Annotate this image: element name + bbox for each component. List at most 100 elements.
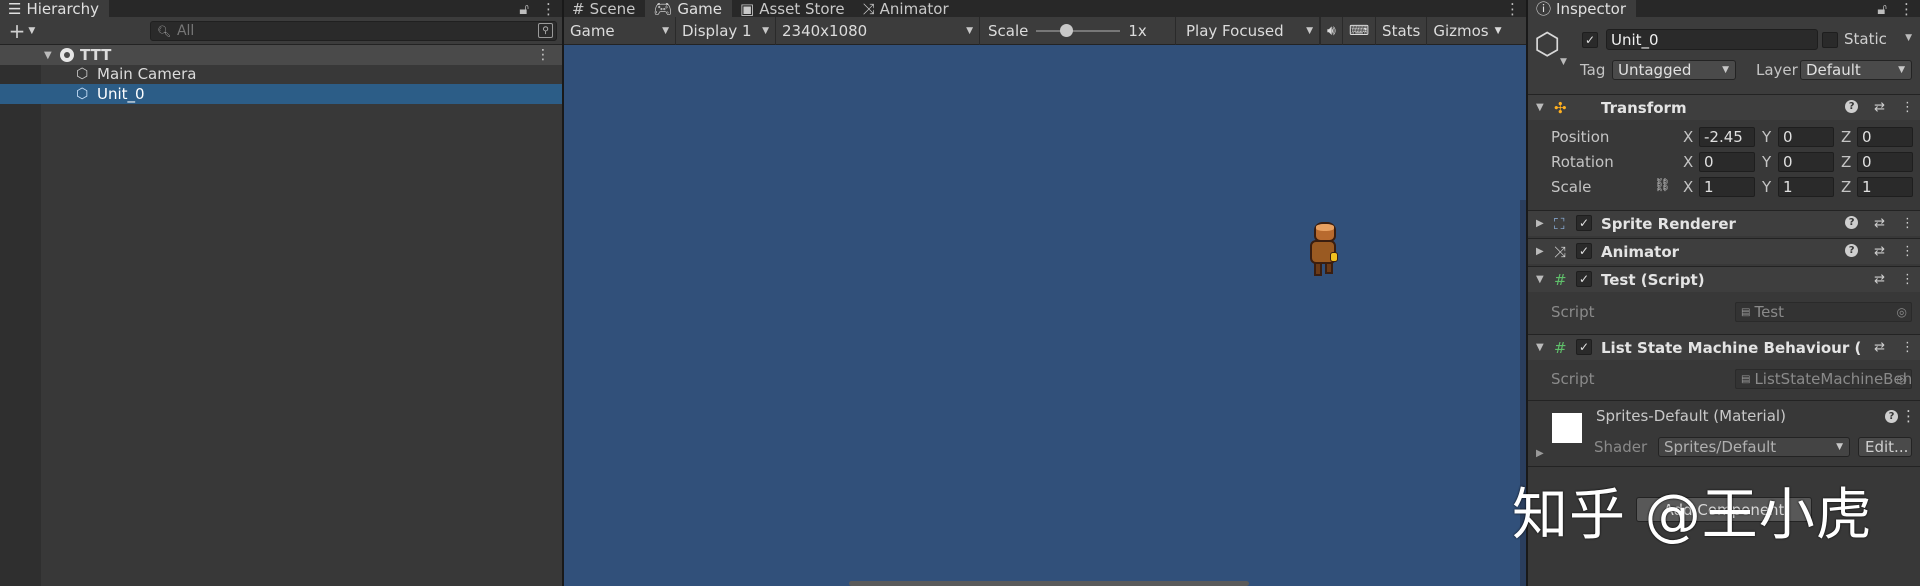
test-script-field[interactable]: ▤ Test ◎ [1735, 302, 1912, 322]
script-file-icon: ▤ [1741, 373, 1751, 385]
scale-slider[interactable] [1036, 23, 1121, 37]
lock-icon[interactable]: 🔓︎ [1877, 0, 1887, 18]
tab-asset-store[interactable]: ▣ Asset Store [732, 0, 855, 18]
scale-z-field[interactable]: 1 [1857, 177, 1913, 197]
animator-icon: ⤨ [1554, 242, 1567, 261]
rotation-x-field[interactable]: 0 [1699, 152, 1755, 172]
chevron-down-icon[interactable]: ▼ [1905, 33, 1912, 43]
hierarchy-toolbar: + ▼ 🔍︎ All ⚲ [0, 17, 562, 45]
help-icon[interactable]: ? [1885, 410, 1898, 423]
kebab-menu-icon[interactable]: ⋮ [1901, 216, 1914, 231]
tab-animator[interactable]: ⤨ Animator [854, 0, 959, 18]
lock-icon[interactable]: 🔓︎ [519, 0, 529, 18]
watermark: 知乎 @王小虎 [1512, 483, 1873, 548]
tab-hierarchy[interactable]: ☰ Hierarchy [0, 0, 109, 18]
test-script-enabled-checkbox[interactable]: ✓ [1576, 271, 1592, 287]
static-checkbox[interactable] [1822, 32, 1838, 48]
kebab-menu-icon[interactable]: ⋮ [1505, 0, 1520, 18]
tab-inspector[interactable]: ⓘ Inspector [1528, 0, 1636, 18]
shader-dropdown[interactable]: Sprites/Default ▼ [1658, 437, 1850, 457]
fold-arrow-icon[interactable]: ▶ [1536, 218, 1544, 229]
mute-audio-button[interactable]: 🔊︎ [1320, 16, 1342, 45]
character-sprite [1306, 222, 1342, 278]
transform-component-header[interactable]: ▼ ✣ Transform ? ⇄ ⋮ [1528, 94, 1920, 120]
preset-icon[interactable]: ⇄ [1874, 244, 1885, 259]
preset-icon[interactable]: ⇄ [1874, 272, 1885, 287]
kebab-menu-icon[interactable]: ⋮ [1899, 0, 1914, 18]
kebab-menu-icon[interactable]: ⋮ [1901, 340, 1914, 355]
create-button[interactable]: + ▼ [4, 18, 40, 43]
slider-knob[interactable] [1060, 23, 1074, 37]
animator-icon: ⤨ [862, 0, 875, 18]
hierarchy-item-main-camera[interactable]: ⬡ Main Camera [0, 64, 562, 84]
constrain-proportions-icon[interactable]: ⛓ [1654, 178, 1671, 193]
stats-button[interactable]: Stats [1375, 16, 1426, 45]
transform-axes-icon: ✣ [1554, 98, 1567, 117]
gameobject-cube-icon: ⬡ [76, 86, 89, 102]
scale-y-field[interactable]: 1 [1778, 177, 1834, 197]
resolution-dropdown[interactable]: 2340x1080 ▼ [776, 16, 980, 45]
object-picker-icon[interactable]: ◎ [1897, 305, 1907, 319]
active-checkbox[interactable]: ✓ [1582, 32, 1598, 48]
help-icon[interactable]: ? [1845, 216, 1859, 229]
position-y-field[interactable]: 0 [1778, 127, 1834, 147]
object-name-field[interactable]: Unit_0 [1606, 29, 1818, 50]
display-dropdown[interactable]: Display 1 ▼ [676, 16, 776, 45]
hierarchy-search-input[interactable]: 🔍︎ All ⚲ [150, 21, 557, 41]
kebab-menu-icon[interactable]: ⋮ [1901, 100, 1914, 115]
rotation-y-field[interactable]: 0 [1778, 152, 1834, 172]
hierarchy-item-unit-0[interactable]: ⬡ Unit_0 [0, 84, 562, 104]
preset-icon[interactable]: ⇄ [1874, 340, 1885, 355]
position-x-field[interactable]: -2.45 [1699, 127, 1755, 147]
chevron-down-icon: ▼ [762, 25, 769, 36]
play-mode-dropdown[interactable]: Play Focused ▼ [1176, 16, 1320, 45]
game-panel: # Scene 🎮︎ Game ▣ Asset Store ⤨ Animator… [564, 0, 1526, 586]
scale-x-field[interactable]: 1 [1699, 177, 1755, 197]
object-picker-icon[interactable]: ◎ [1897, 372, 1907, 386]
kebab-menu-icon[interactable]: ⋮ [1901, 244, 1914, 259]
edit-shader-button[interactable]: Edit... [1858, 437, 1912, 457]
rotation-z-field[interactable]: 0 [1857, 152, 1913, 172]
test-script-component-header[interactable]: ▼ # ✓ Test (Script) ⇄ ⋮ [1528, 266, 1920, 292]
script-file-icon: ▤ [1741, 306, 1751, 318]
help-icon[interactable]: ? [1845, 244, 1859, 257]
help-icon[interactable]: ? [1845, 100, 1859, 113]
preset-icon[interactable]: ⇄ [1874, 100, 1885, 115]
fold-arrow-icon[interactable]: ▶ [1536, 448, 1544, 459]
preset-icon[interactable]: ⇄ [1874, 216, 1885, 231]
list-state-machine-script-field[interactable]: ▤ ListStateMachineBehaviour ◎ [1735, 369, 1912, 389]
tag-dropdown[interactable]: Untagged ▼ [1612, 60, 1736, 80]
animator-component-header[interactable]: ▶ ⤨ ✓ Animator ? ⇄ ⋮ [1528, 238, 1920, 264]
view-mode-dropdown[interactable]: Game ▼ [564, 16, 676, 45]
gameobject-cube-icon: ⬡ [76, 66, 89, 82]
chevron-down-icon: ▼ [1722, 65, 1729, 75]
layer-dropdown[interactable]: Default ▼ [1800, 60, 1912, 80]
tab-game[interactable]: 🎮︎ Game [645, 0, 733, 18]
kebab-menu-icon[interactable]: ⋮ [1901, 272, 1914, 287]
chevron-down-icon: ▼ [966, 25, 973, 36]
search-filter-icon[interactable]: ⚲ [538, 23, 553, 38]
kebab-menu-icon[interactable]: ⋮ [541, 0, 556, 18]
scene-kebab-icon[interactable]: ⋮ [536, 47, 550, 63]
gameobject-cube-icon[interactable]: ⬡ [1534, 27, 1560, 62]
kebab-menu-icon[interactable]: ⋮ [1901, 407, 1916, 425]
fold-arrow-icon[interactable]: ▼ [44, 50, 52, 61]
fold-arrow-icon[interactable]: ▼ [1536, 102, 1544, 113]
position-z-field[interactable]: 0 [1857, 127, 1913, 147]
fold-arrow-icon[interactable]: ▼ [1536, 342, 1544, 353]
fold-arrow-icon[interactable]: ▶ [1536, 246, 1544, 257]
list-state-machine-component-header[interactable]: ▼ # ✓ List State Machine Behaviour (Scri… [1528, 334, 1920, 360]
tab-scene[interactable]: # Scene [564, 0, 646, 18]
animator-enabled-checkbox[interactable]: ✓ [1576, 243, 1592, 259]
fold-arrow-icon[interactable]: ▼ [1536, 274, 1544, 285]
list-state-machine-enabled-checkbox[interactable]: ✓ [1576, 339, 1592, 355]
gizmos-button[interactable]: Gizmos ▼ [1426, 16, 1507, 45]
shopping-bag-icon: ▣ [740, 0, 755, 18]
sprite-renderer-component-header[interactable]: ▶ ⛶ ✓ Sprite Renderer ? ⇄ ⋮ [1528, 210, 1920, 236]
shortcuts-button[interactable]: ⌨ [1341, 16, 1375, 45]
hierarchy-gutter [0, 45, 41, 586]
game-horizontal-scrollbar[interactable] [849, 581, 1249, 586]
sprite-renderer-enabled-checkbox[interactable]: ✓ [1576, 215, 1592, 231]
scene-row[interactable]: ▼ TTT ⋮ [0, 45, 562, 65]
plus-icon: + [8, 18, 26, 43]
